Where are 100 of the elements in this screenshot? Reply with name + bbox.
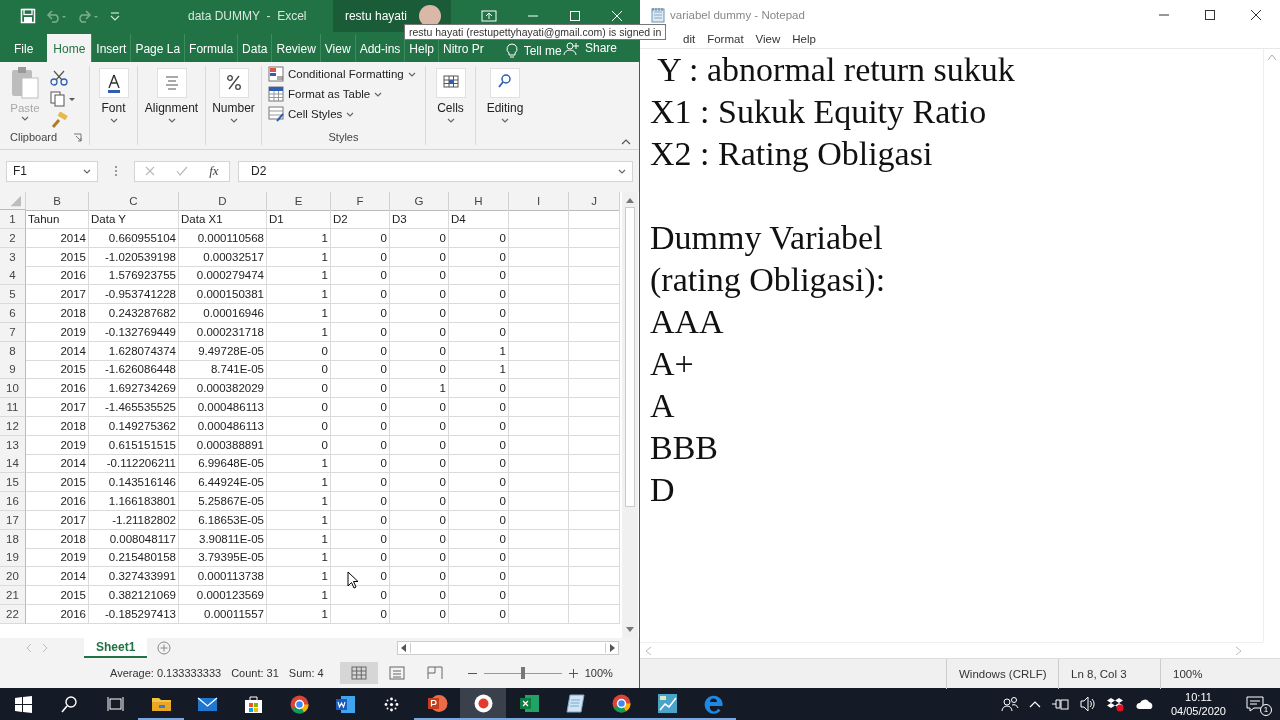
table-cell: 1	[267, 567, 331, 587]
row-header[interactable]: 15	[0, 473, 26, 493]
ribbon-tab[interactable]: Home	[47, 34, 92, 62]
empty-cell	[569, 567, 620, 587]
formula-field[interactable]: D2	[238, 160, 633, 182]
horizontal-scrollbar[interactable]	[397, 641, 619, 655]
table-cell: 0	[331, 360, 390, 380]
menu-item[interactable]: Help	[792, 33, 816, 45]
row-header[interactable]: 14	[0, 454, 26, 474]
text-line: Y : abnormal return sukuk	[656, 50, 1016, 90]
maximize-icon[interactable]	[1204, 9, 1216, 21]
collapse-ribbon-icon[interactable]	[621, 139, 631, 145]
table-cell: 6.99648E-05	[179, 454, 267, 474]
menu-item[interactable]: View	[755, 33, 781, 45]
scroll-up-icon[interactable]	[626, 198, 634, 203]
ribbon-tab[interactable]: File	[6, 34, 48, 62]
row-header[interactable]: 4	[0, 266, 26, 286]
caret-icon	[374, 91, 383, 97]
caret-icon	[83, 168, 91, 174]
empty-cell	[569, 304, 620, 323]
avatar[interactable]	[419, 5, 441, 27]
ribbon-dropdown-button[interactable]: Font	[95, 68, 132, 123]
scissors-icon[interactable]	[50, 70, 68, 86]
ribbon-menu-button[interactable]: Cell Styles	[268, 106, 419, 122]
row-header[interactable]: 9	[0, 360, 26, 380]
ribbon-dropdown-button[interactable]: Editing	[483, 68, 527, 123]
power-plug-icon[interactable]	[1050, 697, 1069, 711]
dialog-launcher-icon[interactable]	[73, 132, 83, 142]
window-title: data DUMMY - Excel	[187, 9, 308, 23]
notification-icon[interactable]	[1246, 696, 1264, 712]
text-area[interactable]: Y : abnormal return sukuk X1 : Sukuk Equity Ratio X2 : Rating Obligasi Dummy Variabel (rating Obligasi): AAA A+ A BBB D	[640, 49, 1263, 642]
save-icon[interactable]	[20, 8, 36, 24]
column-header[interactable]: H	[449, 192, 509, 211]
insert-function-button[interactable]: fx	[209, 163, 219, 179]
normal-view-icon[interactable]	[339, 662, 378, 684]
row-header[interactable]: 10	[0, 379, 26, 399]
empty-cell	[569, 473, 620, 493]
clock-time[interactable]: 10:11	[1185, 690, 1212, 704]
sheet-tab[interactable]: Sheet1	[84, 638, 148, 658]
ribbon-menu-button[interactable]: Conditional Formatting	[268, 66, 419, 82]
table-cell: 0	[390, 304, 449, 323]
people-icon[interactable]	[1000, 696, 1019, 712]
ribbon-display-icon[interactable]	[481, 10, 497, 22]
table-cell: 1	[267, 322, 331, 342]
table-cell: 2016	[26, 379, 89, 399]
column-header[interactable]: J	[569, 192, 620, 211]
column-header[interactable]: F	[331, 192, 390, 211]
clock-date[interactable]: 04/05/2020	[1170, 704, 1226, 718]
volume-icon[interactable]	[1078, 696, 1097, 712]
table-cell: D3	[390, 210, 449, 229]
table-cell: 0	[449, 604, 509, 624]
empty-cell	[509, 228, 569, 248]
slider-thumb[interactable]	[520, 667, 525, 679]
column-header[interactable]: C	[89, 192, 179, 211]
table-cell: Tahun	[26, 210, 89, 229]
scroll-thumb[interactable]	[625, 207, 635, 507]
dropbox-error-icon[interactable]	[1106, 696, 1125, 712]
mouse-pointer-icon	[347, 571, 359, 589]
empty-cell	[569, 360, 620, 380]
ribbon-dropdown-button[interactable]: Number	[209, 68, 258, 123]
column-header[interactable]: B	[26, 192, 89, 211]
scroll-left-icon[interactable]	[401, 644, 406, 652]
table-cell: -1.21182802	[89, 510, 179, 530]
row-header[interactable]: 1	[0, 210, 26, 229]
cloud-icon[interactable]	[1134, 698, 1155, 710]
zoom-in-icon[interactable]	[568, 668, 578, 678]
customize-toolbar-icon[interactable]	[110, 11, 120, 21]
column-header[interactable]: E	[267, 192, 331, 211]
ribbon-dropdown-button[interactable]: Cells	[432, 68, 469, 123]
zoom-level[interactable]: 100%	[584, 667, 613, 679]
name-box[interactable]: F1	[6, 160, 98, 182]
paintbrush-icon[interactable]	[50, 112, 68, 128]
table-cell: 2018	[26, 416, 89, 436]
chevron-up-icon[interactable]	[1028, 700, 1041, 708]
ribbon-dropdown-button[interactable]: Alignment	[141, 68, 202, 123]
table-cell: -1.465535525	[89, 397, 179, 417]
tooltip: restu hayati (restupettyhayati@gmail.com) is signed in	[404, 24, 667, 40]
copy-icon[interactable]	[50, 91, 76, 107]
table-cell: 0	[390, 228, 449, 248]
taskbar-button[interactable]	[460, 688, 506, 720]
table-cell: 2017	[26, 285, 89, 305]
close-icon[interactable]	[1250, 9, 1262, 21]
scroll-down-icon[interactable]	[626, 627, 634, 632]
column-header[interactable]: G	[390, 192, 449, 211]
table-cell: 2014	[26, 454, 89, 474]
scroll-thumb[interactable]	[410, 643, 606, 653]
row-header[interactable]: 20	[0, 567, 26, 587]
empty-cell	[569, 529, 620, 549]
table-cell: 0	[449, 285, 509, 305]
row-header[interactable]: 5	[0, 285, 26, 305]
column-header[interactable]: D	[179, 192, 267, 211]
menu-item[interactable]: Format	[707, 33, 744, 45]
column-header[interactable]: I	[509, 192, 569, 211]
scroll-right-icon[interactable]	[610, 644, 615, 652]
table-cell: 0.327433991	[89, 567, 179, 587]
row-header[interactable]: 19	[0, 548, 26, 568]
ribbon-menu-button[interactable]: Format as Table	[268, 86, 419, 102]
table-cell: 5.25867E-05	[179, 491, 267, 511]
menu-item[interactable]: dit	[683, 33, 696, 45]
table-cell: 0	[331, 379, 390, 399]
